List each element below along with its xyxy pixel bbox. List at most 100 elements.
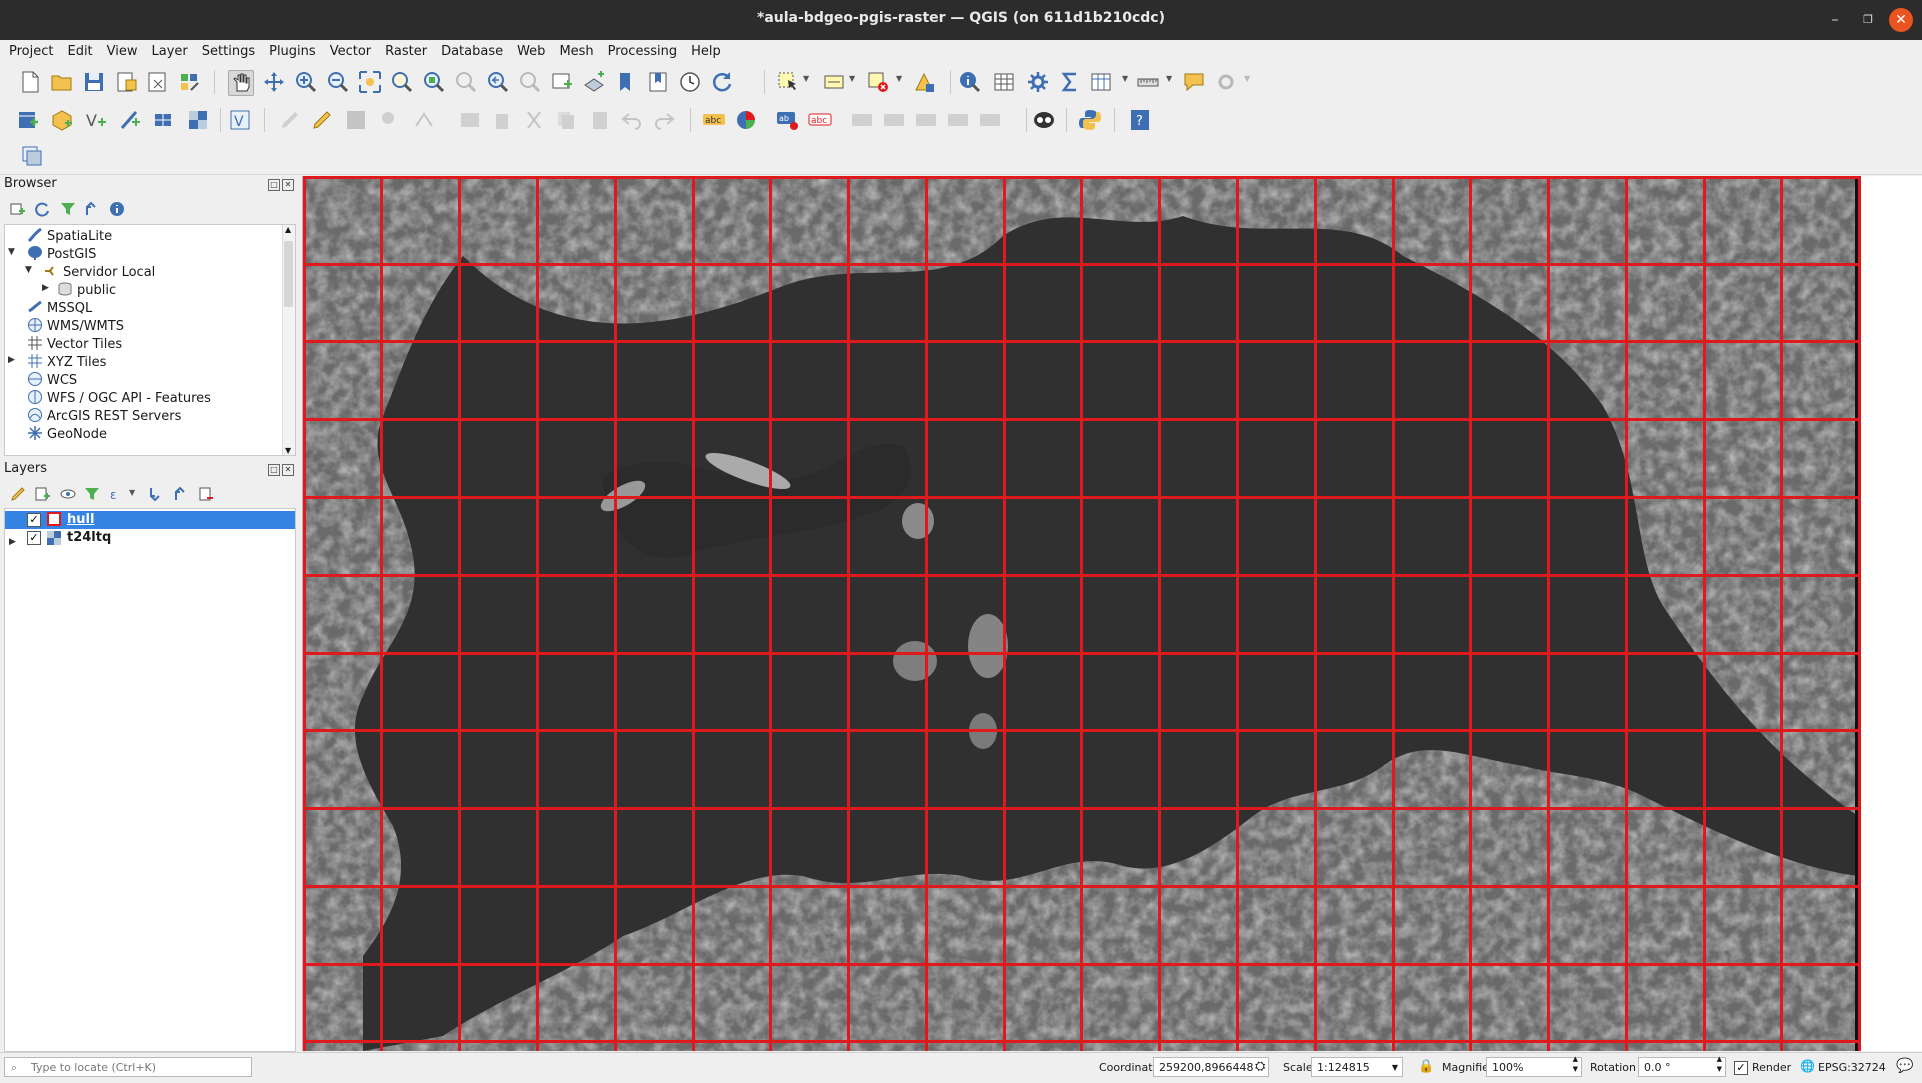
show-bookmarks-icon[interactable] [646,70,670,94]
filter-browser-icon[interactable] [60,201,76,221]
vertex-tool-icon[interactable] [412,108,436,132]
measure-line-icon[interactable] [1136,70,1160,94]
expand-arrow-icon[interactable]: ▼ [25,265,32,275]
menu-raster[interactable]: Raster [376,40,432,62]
collapse-arrow-icon[interactable]: ▶ [42,283,49,293]
zoom-full-icon[interactable] [358,70,382,94]
collapse-all-layers-icon[interactable] [173,486,189,506]
identify-features-icon[interactable] [958,70,982,94]
add-wms-layer-icon[interactable] [152,108,176,132]
save-edits-icon[interactable] [344,108,368,132]
browser-item-postgis[interactable]: PostGIS [27,245,96,263]
show-unplaced-labels-icon[interactable]: abc [808,108,832,132]
select-by-location-icon[interactable] [912,70,936,94]
python-console-icon[interactable] [1078,108,1102,132]
browser-item-wfs[interactable]: WFS / OGC API - Features [27,389,211,407]
deselect-dropdown-icon[interactable]: ▼ [896,74,902,83]
rotation-stepper-icon[interactable]: ▲ ▼ [1717,1054,1722,1074]
help-contents-icon[interactable]: ? [1128,108,1152,132]
float-panel-button[interactable]: □ [268,179,280,191]
map-tips-icon[interactable] [1182,70,1206,94]
menu-web[interactable]: Web [508,40,550,62]
messages-icon[interactable]: 💬 [1896,1058,1913,1074]
browser-item-servidor-local[interactable]: Servidor Local [43,263,155,281]
magnifier-stepper-icon[interactable]: ▲ ▼ [1573,1054,1578,1074]
toggle-editing-icon[interactable] [310,108,334,132]
map-canvas[interactable] [302,176,1922,1051]
show-hide-labels-icon[interactable] [882,108,906,132]
layer-visibility-checkbox[interactable]: ✓ [27,513,41,527]
locator-search-input[interactable]: ⌕ Type to locate (Ctrl+K) [4,1057,252,1077]
add-vector-layer-icon[interactable]: V [84,108,108,132]
pan-map-icon[interactable] [228,70,254,96]
zoom-to-layer-icon[interactable] [422,70,446,94]
redo-icon[interactable] [652,108,676,132]
browser-item-xyz-tiles[interactable]: XYZ Tiles [27,353,106,371]
render-checkbox[interactable]: ✓ [1734,1061,1748,1075]
zoom-out-icon[interactable] [326,70,350,94]
toggle-extents-icon[interactable]: ⛭ [1255,1059,1265,1074]
new-bookmark-icon[interactable] [614,70,638,94]
layer-item-t24ltq[interactable]: ▶ ✓ t24ltq [5,529,295,547]
close-window-button[interactable]: ✕ [1889,8,1913,32]
save-project-icon[interactable] [82,70,106,94]
open-attribute-table-icon[interactable] [992,70,1016,94]
scale-dropdown-icon[interactable]: ▼ [1392,1058,1398,1078]
crs-label[interactable]: EPSG:32724 [1818,1061,1886,1074]
manage-visibility-icon[interactable] [60,486,76,506]
qgis-cloud-plugin-icon[interactable] [1032,108,1056,132]
new-geopackage-layer-icon[interactable] [50,108,74,132]
menu-processing[interactable]: Processing [599,40,682,62]
minimize-button[interactable]: – [1823,8,1847,32]
zoom-in-icon[interactable] [294,70,318,94]
zoom-to-selection-icon[interactable] [390,70,414,94]
layer-item-hull[interactable]: ✓ hull [5,511,295,529]
lock-scale-icon[interactable]: 🔒 [1418,1059,1434,1074]
map-render[interactable] [303,176,1922,1051]
menu-help[interactable]: Help [682,40,726,62]
expand-arrow-icon[interactable]: ▼ [8,247,15,257]
labeling-icon[interactable]: abc [702,108,726,132]
browser-item-wms[interactable]: WMS/WMTS [27,317,124,335]
measure-dropdown-icon[interactable]: ▼ [1166,74,1172,83]
current-edits-icon[interactable] [278,108,302,132]
move-label-icon[interactable] [914,108,938,132]
float-panel-button[interactable]: □ [268,464,280,476]
data-source-manager-icon[interactable] [16,108,40,132]
locator-dropdown-icon[interactable]: ▼ [1244,74,1250,83]
coordinate-field[interactable]: 259200,8966448 [1153,1057,1269,1077]
scroll-thumb[interactable] [284,241,293,307]
scroll-down-icon[interactable]: ▼ [285,446,291,455]
new-print-layout-icon[interactable] [114,70,138,94]
new-3d-map-view-icon[interactable] [582,70,606,94]
browser-item-geonode[interactable]: GeoNode [27,425,107,443]
statistics-sigma-icon[interactable] [1058,70,1082,94]
expand-layer-arrow-icon[interactable]: ▶ [9,533,16,551]
zoom-last-icon[interactable] [486,70,510,94]
zoom-next-icon[interactable] [518,70,542,94]
diagram-options-icon[interactable] [734,108,758,132]
browser-item-spatialite[interactable]: SpatiaLite [27,227,112,245]
digitize-icon[interactable] [378,108,402,132]
layer-styling-icon[interactable] [20,144,44,168]
new-map-view-icon[interactable] [550,70,574,94]
temporal-controller-icon[interactable] [678,70,702,94]
browser-item-arcgis-rest[interactable]: ArcGIS REST Servers [27,407,181,425]
field-calculator-icon[interactable] [1090,70,1114,94]
menu-project[interactable]: Project [0,40,58,62]
menu-view[interactable]: View [98,40,143,62]
expand-all-icon[interactable] [148,486,164,506]
menu-settings[interactable]: Settings [193,40,260,62]
select-by-value-dropdown-icon[interactable]: ▼ [849,74,855,83]
menu-vector[interactable]: Vector [321,40,376,62]
menu-plugins[interactable]: Plugins [260,40,321,62]
scroll-up-icon[interactable]: ▲ [285,225,291,234]
select-dropdown-icon[interactable]: ▼ [803,74,809,83]
add-selected-layers-icon[interactable] [10,201,26,221]
modify-attributes-icon[interactable] [458,108,482,132]
refresh-icon[interactable] [710,70,734,94]
undo-icon[interactable] [620,108,644,132]
deselect-features-icon[interactable] [866,70,890,94]
open-project-icon[interactable] [50,70,74,94]
locator-settings-icon[interactable] [1214,70,1238,94]
